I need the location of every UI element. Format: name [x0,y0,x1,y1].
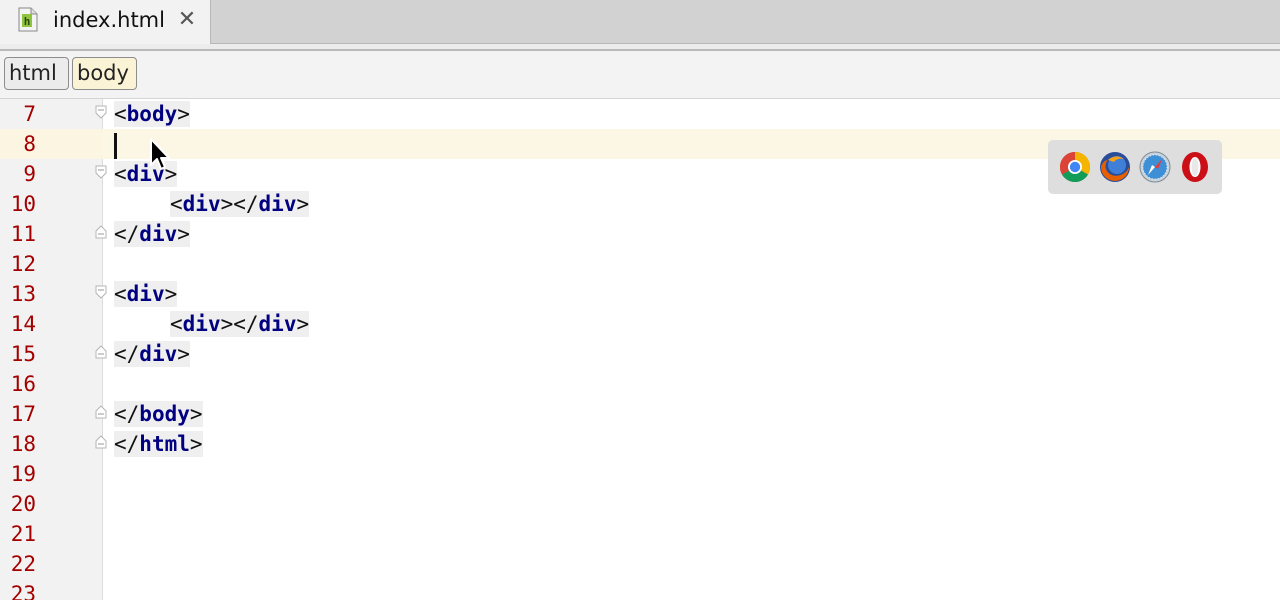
fold-end-icon[interactable] [95,345,107,359]
fold-end-icon[interactable] [95,405,107,419]
editor-tab-bar: h index.html ✕ [0,0,1280,44]
breadcrumb-item-body[interactable]: body [72,57,137,90]
line-number: 14 [10,312,36,336]
chrome-icon[interactable] [1058,150,1092,184]
line-number: 23 [10,582,36,600]
code-line[interactable]: 12 [0,249,1280,279]
code-line[interactable]: 23 [0,579,1280,600]
line-number: 21 [10,522,36,546]
code-line[interactable]: 21 [0,519,1280,549]
line-number: 12 [10,252,36,276]
code-text: </html> [114,431,203,457]
fold-collapse-icon[interactable] [95,105,107,119]
line-number: 7 [23,102,36,126]
browser-preview-popup [1048,140,1222,194]
code-text: <div> [114,281,178,307]
line-number: 17 [10,402,36,426]
line-number: 22 [10,552,36,576]
code-line[interactable]: 18 </html> [0,429,1280,459]
opera-icon[interactable] [1178,150,1212,184]
code-text: </div> [114,221,190,247]
firefox-icon[interactable] [1098,150,1132,184]
code-line[interactable]: 16 [0,369,1280,399]
code-text: <div></div> [170,311,310,337]
code-line[interactable]: 22 [0,549,1280,579]
code-line[interactable]: 20 [0,489,1280,519]
code-text: </div> [114,341,190,367]
close-icon[interactable]: ✕ [176,7,198,32]
breadcrumb-item-html[interactable]: html [4,57,69,90]
code-line[interactable]: 19 [0,459,1280,489]
fold-end-icon[interactable] [95,435,107,449]
safari-icon[interactable] [1138,150,1172,184]
code-editor[interactable]: 7 <body> 8 9 <div> 10 <div></div> 11 </div> 12 13 <… [0,99,1280,600]
fold-collapse-icon[interactable] [95,165,107,179]
code-line[interactable]: 13 <div> [0,279,1280,309]
line-number: 20 [10,492,36,516]
line-number: 13 [10,282,36,306]
line-number: 15 [10,342,36,366]
code-text: </body> [114,401,203,427]
code-line[interactable]: 14 <div></div> [0,309,1280,339]
mouse-pointer-icon [150,138,170,170]
line-number: 10 [10,192,36,216]
code-text: <body> [114,101,190,127]
line-number: 9 [23,162,36,186]
line-number: 18 [10,432,36,456]
line-number: 8 [23,132,36,156]
code-line[interactable]: 15 </div> [0,339,1280,369]
code-line[interactable]: 11 </div> [0,219,1280,249]
code-line[interactable]: 17 </body> [0,399,1280,429]
fold-collapse-icon[interactable] [95,285,107,299]
fold-end-icon[interactable] [95,225,107,239]
code-line[interactable]: 7 <body> [0,99,1280,129]
tab-title: index.html [53,8,165,32]
html-file-icon: h [18,7,38,32]
line-number: 16 [10,372,36,396]
breadcrumb: html body [0,51,1280,99]
line-number: 19 [10,462,36,486]
text-caret [114,133,117,159]
code-text: <div></div> [170,191,310,217]
tab-index-html[interactable]: h index.html ✕ [0,0,211,44]
svg-text:h: h [24,15,31,28]
line-number: 11 [10,222,36,246]
